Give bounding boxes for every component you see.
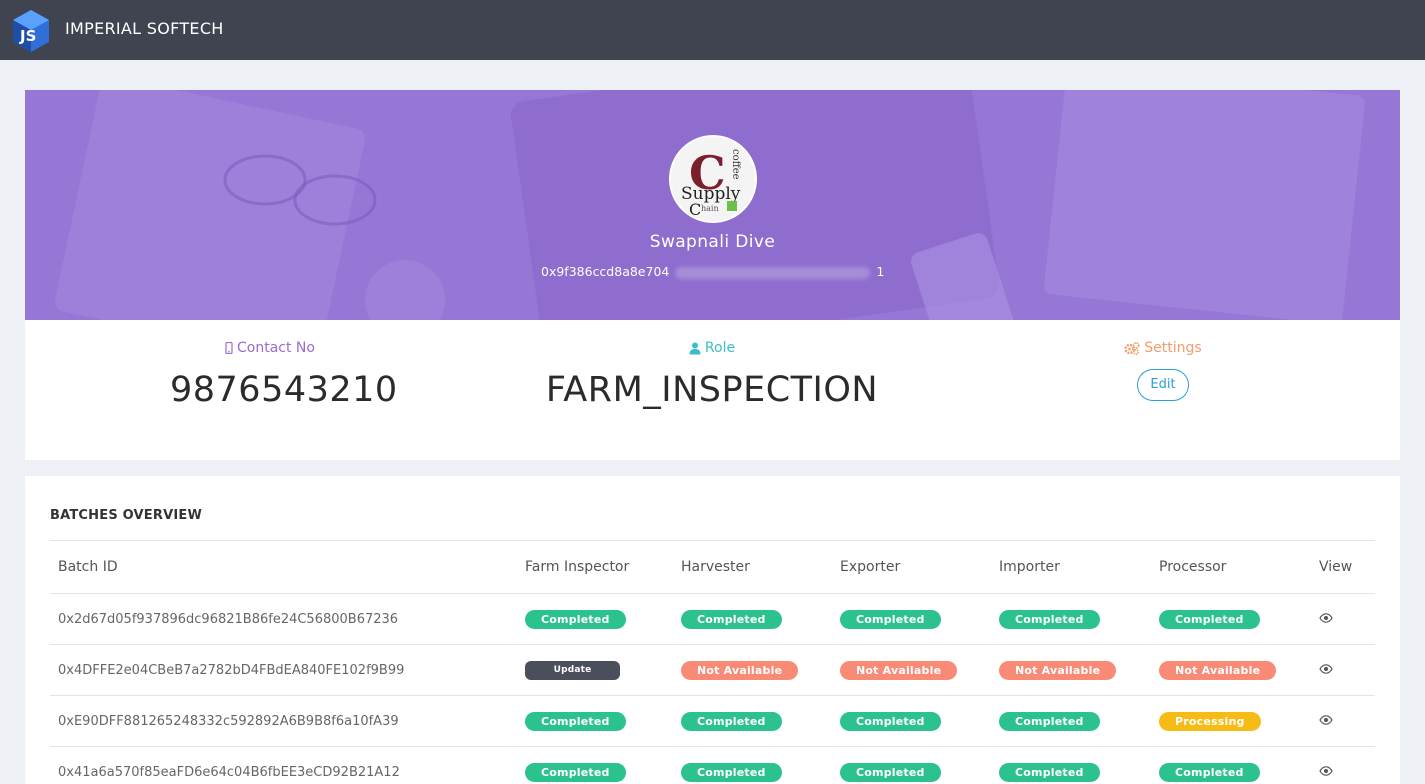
role-label-text: Role	[704, 340, 736, 356]
status-badge-exporter: Completed	[840, 762, 941, 782]
batch-id: 0xE90DFF881265248332c592892A6B9B8f6a10fA…	[50, 695, 517, 747]
status-badge-processor: Processing	[1159, 711, 1261, 731]
batches-title: BATCHES OVERVIEW	[50, 508, 202, 523]
column-header-batch-id: Batch ID	[50, 540, 517, 594]
batch-id: 0x2d67d05f937896dc96821B86fe24C56800B672…	[50, 593, 517, 645]
status-badge-exporter: Completed	[840, 711, 941, 731]
wallet-address-end: 1	[876, 264, 885, 279]
status-badge-harvester: Completed	[681, 762, 782, 782]
contact-number: 9876543210	[170, 370, 398, 410]
coffee-supply-chain-logo: C Supply C hain coffee	[671, 137, 755, 221]
column-header-view: View	[1311, 540, 1375, 594]
status-badge-harvester: Completed	[681, 609, 782, 629]
status-badge-exporter: Not Available	[840, 660, 958, 680]
column-header-exporter: Exporter	[832, 540, 991, 594]
table-row: 0x4DFFE2e04CBeB7a2782bD4FBdEA840FE102f9B…	[50, 644, 1375, 696]
status-badge-processor: Completed	[1159, 609, 1260, 629]
svg-text:C: C	[689, 200, 701, 219]
status-badge-processor: Not Available	[1159, 660, 1277, 680]
settings-section: Settings Edit	[1113, 340, 1213, 401]
role-label: Role	[512, 340, 912, 356]
svg-text:JS: JS	[19, 27, 36, 45]
gears-icon	[1124, 341, 1140, 355]
wallet-address-start: 0x9f386ccd8a8e704	[541, 264, 670, 279]
table-row: 0xE90DFF881265248332c592892A6B9B8f6a10fA…	[50, 695, 1375, 747]
contact-section: Contact No 9876543210	[170, 340, 398, 410]
table-header-row: Batch ID Farm Inspector Harvester Export…	[50, 540, 1375, 594]
status-badge-harvester: Not Available	[681, 660, 799, 680]
settings-label: Settings	[1113, 340, 1213, 356]
eye-icon[interactable]	[1319, 612, 1333, 627]
update-button[interactable]: Update	[525, 660, 620, 680]
status-badge-importer: Not Available	[999, 660, 1117, 680]
status-badge-harvester: Completed	[681, 711, 782, 731]
svg-text:hain: hain	[701, 204, 719, 213]
status-badge-farm-inspector: Completed	[525, 711, 626, 731]
eye-icon[interactable]	[1319, 714, 1333, 729]
wallet-address: 0x9f386ccd8a8e704 1	[541, 264, 884, 279]
role-value: FARM_INSPECTION	[545, 370, 879, 410]
settings-label-text: Settings	[1144, 340, 1202, 356]
column-header-harvester: Harvester	[673, 540, 832, 594]
contact-label-text: Contact No	[237, 340, 315, 356]
profile-card: C Supply C hain coffee Swapnali Dive 0x9…	[25, 90, 1400, 460]
avatar[interactable]: C Supply C hain coffee	[669, 135, 757, 223]
profile-hero-banner: C Supply C hain coffee Swapnali Dive 0x9…	[25, 90, 1400, 320]
top-navbar: JS IMPERIAL SOFTECH	[0, 0, 1425, 60]
brand-title[interactable]: IMPERIAL SOFTECH	[65, 19, 224, 38]
imperial-softech-logo[interactable]: JS	[11, 8, 51, 54]
status-badge-importer: Completed	[999, 711, 1100, 731]
column-header-farm-inspector: Farm Inspector	[517, 540, 673, 594]
edit-button[interactable]: Edit	[1137, 369, 1189, 401]
wallet-address-blurred	[675, 266, 871, 279]
batches-overview-card: BATCHES OVERVIEW Batch ID Farm Inspector…	[25, 476, 1400, 784]
contact-label: Contact No	[170, 340, 370, 356]
eye-icon[interactable]	[1319, 765, 1333, 780]
mobile-phone-icon	[225, 342, 233, 354]
table-row: 0x2d67d05f937896dc96821B86fe24C56800B672…	[50, 593, 1375, 645]
batch-id: 0x41a6a570f85eaFD6e64c04B6fbEE3eCD92B21A…	[50, 746, 517, 784]
status-badge-farm-inspector: Completed	[525, 609, 626, 629]
role-section: Role FARM_INSPECTION	[512, 340, 912, 410]
status-badge-exporter: Completed	[840, 609, 941, 629]
batches-table: Batch ID Farm Inspector Harvester Export…	[50, 540, 1375, 784]
status-badge-importer: Completed	[999, 609, 1100, 629]
status-badge-farm-inspector: Completed	[525, 762, 626, 782]
batch-id: 0x4DFFE2e04CBeB7a2782bD4FBdEA840FE102f9B…	[50, 644, 517, 696]
eye-icon[interactable]	[1319, 663, 1333, 678]
status-badge-importer: Completed	[999, 762, 1100, 782]
user-name: Swapnali Dive	[649, 232, 776, 252]
column-header-processor: Processor	[1151, 540, 1311, 594]
user-icon	[689, 342, 701, 354]
table-row: 0x41a6a570f85eaFD6e64c04B6fbEE3eCD92B21A…	[50, 746, 1375, 784]
svg-text:coffee: coffee	[730, 149, 741, 180]
status-badge-processor: Completed	[1159, 762, 1260, 782]
column-header-importer: Importer	[991, 540, 1151, 594]
